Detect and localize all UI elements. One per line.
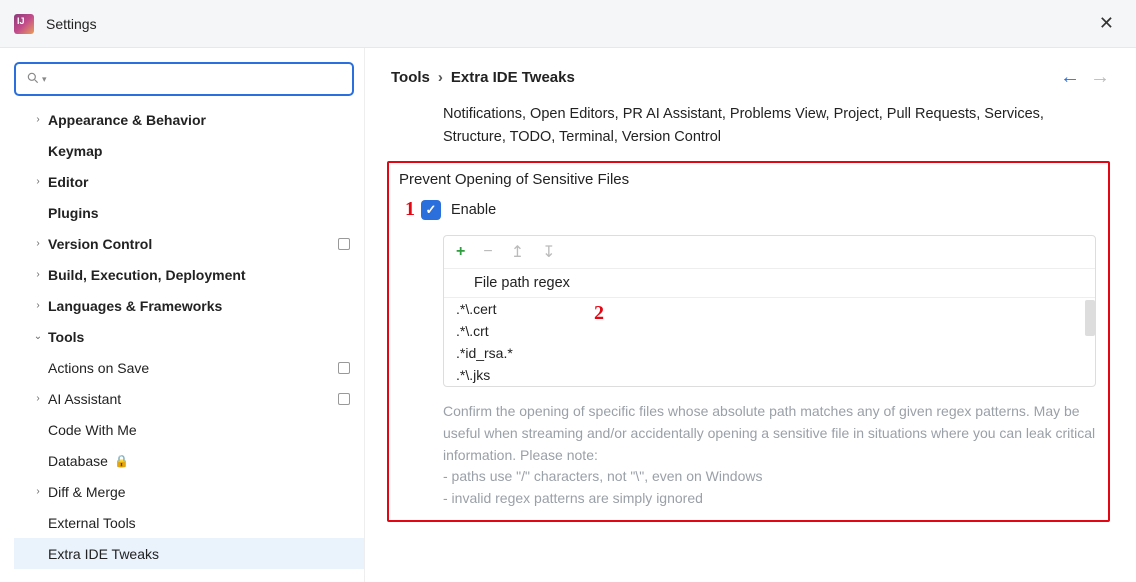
tree-item-label: Editor — [48, 174, 88, 190]
tree-item-diff-merge[interactable]: ›Diff & Merge — [14, 476, 364, 507]
table-row[interactable]: .*\.jks — [444, 364, 1095, 386]
help-text: Confirm the opening of specific files wh… — [443, 401, 1096, 509]
tree-item-extra-ide-tweaks[interactable]: Extra IDE Tweaks — [14, 538, 364, 569]
tree-item-plugins[interactable]: Plugins — [14, 197, 364, 228]
sensitive-files-panel: Prevent Opening of Sensitive Files 1 ✓ E… — [387, 161, 1110, 521]
tree-item-label: Appearance & Behavior — [48, 112, 206, 128]
tree-item-label: Languages & Frameworks — [48, 298, 222, 314]
tree-item-label: Code With Me — [48, 422, 137, 438]
tree-item-database[interactable]: Database 🔒 — [14, 445, 364, 476]
tree-item-keymap[interactable]: Keymap — [14, 135, 364, 166]
crumb-current: Extra IDE Tweaks — [451, 69, 575, 86]
crumb-tools[interactable]: Tools — [391, 69, 430, 86]
tree-item-appearance-behavior[interactable]: ›Appearance & Behavior — [14, 104, 364, 135]
enable-row: 1 ✓ Enable — [405, 198, 1096, 221]
expand-icon: › — [28, 300, 48, 311]
tree-item-label: Keymap — [48, 143, 102, 159]
project-badge-icon — [338, 238, 350, 250]
table-row[interactable]: .*\.crt — [444, 320, 1095, 342]
table-body: 2 .*\.cert.*\.crt.*id_rsa.*.*\.jks — [444, 298, 1095, 386]
expand-icon: › — [28, 238, 48, 249]
enable-checkbox[interactable]: ✓ — [421, 200, 441, 220]
panel-title: Prevent Opening of Sensitive Files — [399, 171, 1096, 188]
tree-item-tools[interactable]: ⌄Tools — [14, 321, 364, 352]
search-wrap[interactable]: ▾ — [14, 62, 354, 96]
breadcrumb: Tools › Extra IDE Tweaks ← → — [391, 66, 1110, 89]
sidebar: ▾ ›Appearance & BehaviorKeymap›EditorPlu… — [0, 48, 365, 582]
table-toolbar: + − ↥ ↧ — [444, 236, 1095, 269]
search-icon — [26, 71, 40, 88]
tree-item-label: Database — [48, 453, 108, 469]
expand-icon: › — [28, 114, 48, 125]
project-badge-icon — [338, 362, 350, 374]
enable-label: Enable — [451, 202, 496, 218]
table-row[interactable]: .*\.cert — [444, 298, 1095, 320]
tree-item-label: Actions on Save — [48, 360, 149, 376]
lock-icon: 🔒 — [114, 454, 129, 468]
chevron-right-icon: › — [438, 69, 443, 86]
expand-icon: › — [28, 486, 48, 497]
tree-item-code-with-me[interactable]: Code With Me — [14, 414, 364, 445]
settings-tree: ›Appearance & BehaviorKeymap›EditorPlugi… — [14, 104, 364, 569]
app-icon — [14, 14, 34, 34]
search-input[interactable] — [53, 71, 342, 87]
forward-arrow-icon: → — [1090, 66, 1110, 89]
project-badge-icon — [338, 393, 350, 405]
expand-icon: › — [28, 269, 48, 280]
tree-item-label: Tools — [48, 329, 84, 345]
tree-item-build-execution-deployment[interactable]: ›Build, Execution, Deployment — [14, 259, 364, 290]
annotation-1: 1 — [405, 198, 415, 221]
tree-item-languages-frameworks[interactable]: ›Languages & Frameworks — [14, 290, 364, 321]
back-arrow-icon[interactable]: ← — [1060, 66, 1080, 89]
table-header: File path regex — [444, 269, 1095, 298]
nav-arrows: ← → — [1060, 66, 1110, 89]
up-arrow-icon: ↥ — [511, 242, 524, 262]
tree-item-label: Build, Execution, Deployment — [48, 267, 246, 283]
body: ▾ ›Appearance & BehaviorKeymap›EditorPlu… — [0, 48, 1136, 582]
tree-item-label: External Tools — [48, 515, 136, 531]
regex-table: + − ↥ ↧ File path regex 2 .*\.cert.*\.cr… — [443, 235, 1096, 387]
titlebar: Settings ✕ — [0, 0, 1136, 48]
tree-item-editor[interactable]: ›Editor — [14, 166, 364, 197]
remove-icon: − — [483, 243, 492, 261]
down-arrow-icon: ↧ — [542, 242, 555, 262]
tree-item-version-control[interactable]: ›Version Control — [14, 228, 364, 259]
annotation-2: 2 — [594, 302, 604, 325]
tree-item-label: Version Control — [48, 236, 152, 252]
window-title: Settings — [46, 16, 97, 32]
tree-item-label: AI Assistant — [48, 391, 121, 407]
expand-icon: ⌄ — [28, 331, 48, 342]
tree-item-label: Plugins — [48, 205, 99, 221]
expand-icon: › — [28, 176, 48, 187]
tree-item-label: Diff & Merge — [48, 484, 126, 500]
tree-item-label: Extra IDE Tweaks — [48, 546, 159, 562]
dropdown-caret-icon[interactable]: ▾ — [42, 74, 47, 85]
scrollbar[interactable] — [1085, 300, 1095, 336]
top-text: Notifications, Open Editors, PR AI Assis… — [443, 103, 1110, 149]
expand-icon: › — [28, 393, 48, 404]
check-icon: ✓ — [426, 202, 437, 218]
add-icon[interactable]: + — [456, 243, 465, 261]
tree-item-external-tools[interactable]: External Tools — [14, 507, 364, 538]
close-icon[interactable]: ✕ — [1091, 9, 1122, 38]
content: Tools › Extra IDE Tweaks ← → Notificatio… — [365, 48, 1136, 582]
tree-item-actions-on-save[interactable]: Actions on Save — [14, 352, 364, 383]
table-row[interactable]: .*id_rsa.* — [444, 342, 1095, 364]
tree-item-ai-assistant[interactable]: ›AI Assistant — [14, 383, 364, 414]
